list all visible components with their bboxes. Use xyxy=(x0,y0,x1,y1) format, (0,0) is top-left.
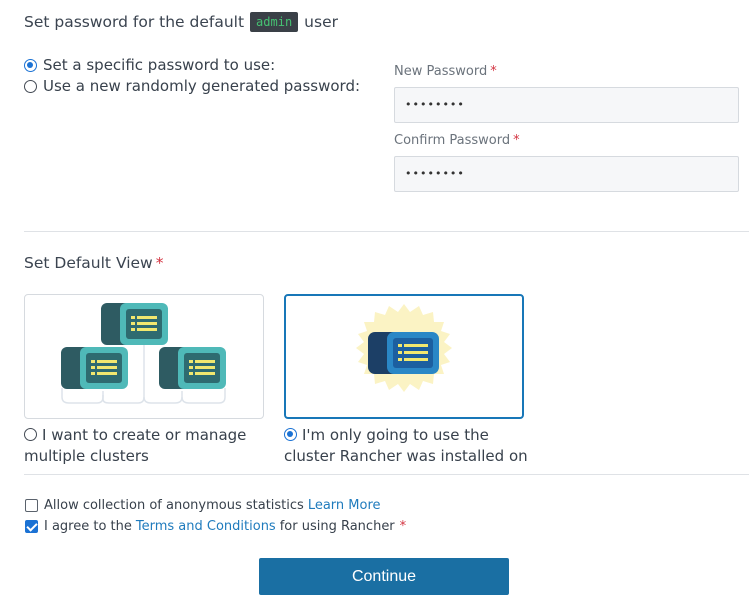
default-view-title-text: Set Default View xyxy=(24,254,153,272)
required-asterisk: * xyxy=(490,64,497,79)
learn-more-link[interactable]: Learn More xyxy=(308,498,381,513)
new-password-label-text: New Password xyxy=(394,64,488,79)
specific-password-radio[interactable] xyxy=(24,58,37,72)
stats-text: Allow collection of anonymous statistics xyxy=(44,498,304,513)
multiple-clusters-radio[interactable] xyxy=(24,428,37,441)
single-cluster-caption[interactable]: I'm only going to use the cluster Ranche… xyxy=(284,425,544,467)
multiple-clusters-caption[interactable]: I want to create or manage multiple clus… xyxy=(24,425,274,467)
required-asterisk: * xyxy=(513,133,520,148)
specific-password-option[interactable]: Set a specific password to use: xyxy=(24,56,275,74)
title-suffix: user xyxy=(304,13,338,31)
terms-suffix: for using Rancher xyxy=(279,519,395,534)
terms-agreement-row: I agree to the Terms and Conditions for … xyxy=(25,519,406,534)
default-view-title: Set Default View * xyxy=(24,254,163,272)
required-asterisk: * xyxy=(155,254,164,272)
specific-password-label: Set a specific password to use: xyxy=(43,56,276,74)
stats-agreement-row: Allow collection of anonymous statistics… xyxy=(25,498,385,513)
terms-prefix: I agree to the xyxy=(44,519,132,534)
confirm-password-label-text: Confirm Password xyxy=(394,133,511,148)
confirm-password-input[interactable]: •••••••• xyxy=(394,156,739,192)
single-cluster-line1: I'm only going to use the xyxy=(302,426,489,444)
required-asterisk: * xyxy=(399,519,407,534)
section-divider xyxy=(24,474,749,475)
single-cluster-card[interactable] xyxy=(284,294,524,419)
random-password-label: Use a new randomly generated password: xyxy=(43,77,361,95)
multiple-clusters-icon xyxy=(61,303,226,404)
terms-checkbox[interactable] xyxy=(25,520,38,533)
continue-button[interactable]: Continue xyxy=(259,558,509,595)
stats-checkbox[interactable] xyxy=(25,499,38,512)
confirm-password-label: Confirm Password * xyxy=(394,133,520,148)
single-cluster-radio[interactable] xyxy=(284,428,297,441)
single-cluster-line2: cluster Rancher was installed on xyxy=(284,447,528,465)
admin-username-chip: admin xyxy=(250,12,299,32)
multiple-clusters-card[interactable] xyxy=(24,294,264,419)
new-password-input[interactable]: •••••••• xyxy=(394,87,739,123)
terms-link[interactable]: Terms and Conditions xyxy=(136,519,276,534)
single-cluster-icon xyxy=(356,304,452,392)
password-section-title: Set password for the default admin user xyxy=(24,12,338,32)
random-password-radio[interactable] xyxy=(24,79,37,93)
multiple-clusters-line1: I want to create or manage xyxy=(42,426,247,444)
section-divider xyxy=(24,231,749,232)
multiple-clusters-line2: multiple clusters xyxy=(24,447,149,465)
new-password-label: New Password * xyxy=(394,64,497,79)
random-password-option[interactable]: Use a new randomly generated password: xyxy=(24,77,360,95)
title-prefix: Set password for the default xyxy=(24,13,245,31)
